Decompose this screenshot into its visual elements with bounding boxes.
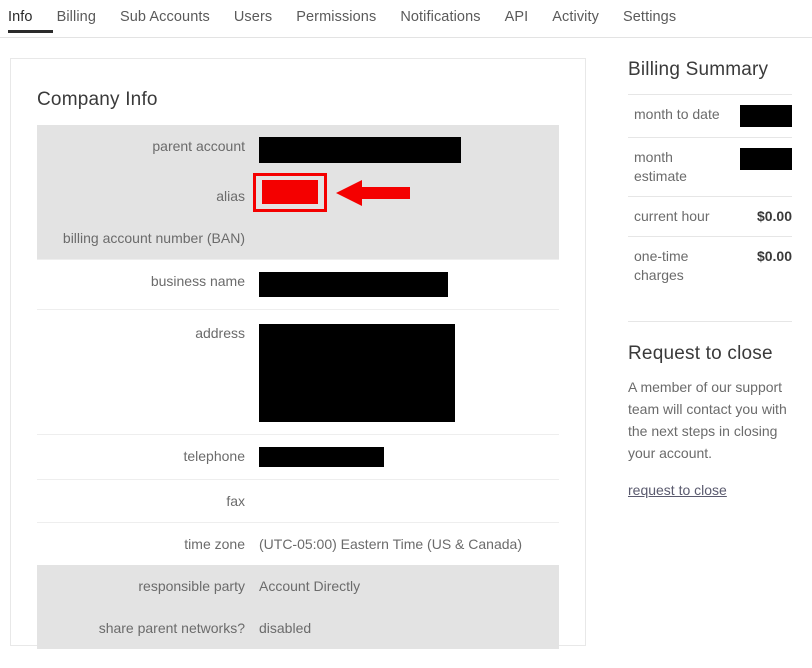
field-label: fax bbox=[226, 493, 245, 509]
redaction-bar bbox=[740, 148, 792, 170]
table-row: fax bbox=[37, 479, 559, 522]
table-row: responsible party Account Directly bbox=[37, 565, 559, 607]
field-label: responsible party bbox=[138, 578, 245, 594]
tab-settings[interactable]: Settings bbox=[623, 8, 676, 34]
summary-value bbox=[740, 148, 792, 170]
redaction-bar bbox=[259, 137, 461, 163]
page-title: Company Info bbox=[37, 89, 158, 110]
field-value bbox=[259, 260, 559, 309]
field-value: disabled bbox=[259, 620, 312, 636]
redaction-bar bbox=[259, 324, 455, 422]
field-label: telephone bbox=[183, 448, 245, 464]
request-to-close-section: Request to close A member of our support… bbox=[628, 321, 792, 500]
tab-activity[interactable]: Activity bbox=[552, 8, 599, 34]
tab-billing[interactable]: Billing bbox=[57, 8, 96, 34]
redaction-bar bbox=[740, 105, 792, 127]
field-label: alias bbox=[216, 188, 245, 204]
request-to-close-description: A member of our support team will contac… bbox=[628, 379, 787, 461]
field-label: parent account bbox=[152, 138, 245, 154]
billing-summary-list: month to date month estimate current hour $… bbox=[628, 94, 792, 295]
redaction-bar bbox=[259, 272, 448, 297]
field-label: billing account number (BAN) bbox=[62, 230, 245, 246]
table-row: parent account bbox=[37, 125, 559, 175]
field-value: Account Directly bbox=[259, 578, 361, 594]
list-item: month estimate bbox=[628, 137, 792, 196]
table-row: address bbox=[37, 309, 559, 434]
field-value bbox=[259, 310, 559, 434]
field-label: business name bbox=[150, 273, 245, 289]
redaction-bar bbox=[259, 447, 384, 467]
summary-label: one-time charges bbox=[634, 248, 689, 283]
field-label: time zone bbox=[184, 536, 245, 552]
alias-value-redaction bbox=[262, 180, 318, 204]
summary-label: month estimate bbox=[634, 149, 687, 184]
main-tab-bar: Info Billing Sub Accounts Users Permissions N… bbox=[0, 0, 812, 38]
list-item: one-time charges $0.00 bbox=[628, 236, 792, 295]
tab-users[interactable]: Users bbox=[234, 8, 272, 34]
tab-list: Info Billing Sub Accounts Users Permissions N… bbox=[8, 8, 700, 34]
list-item: current hour $0.00 bbox=[628, 196, 792, 236]
field-value bbox=[259, 435, 559, 479]
tab-notifications[interactable]: Notifications bbox=[400, 8, 480, 34]
request-to-close-link[interactable]: request to close bbox=[628, 482, 727, 498]
summary-value bbox=[740, 105, 792, 127]
annotation-arrow-icon bbox=[336, 180, 410, 206]
summary-value: $0.00 bbox=[756, 248, 792, 264]
field-value bbox=[259, 125, 559, 175]
field-value bbox=[259, 480, 559, 504]
billing-summary-title: Billing Summary bbox=[628, 59, 769, 80]
table-row: business name bbox=[37, 259, 559, 309]
summary-label: month to date bbox=[634, 106, 720, 122]
field-value: (UTC-05:00) Eastern Time (US & Canada) bbox=[259, 536, 522, 552]
summary-label: current hour bbox=[634, 208, 710, 224]
table-row: share parent networks? disabled bbox=[37, 607, 559, 649]
table-row: billing account number (BAN) bbox=[37, 217, 559, 259]
field-label: address bbox=[195, 325, 245, 341]
company-info-card: Company Info parent account alias billing … bbox=[10, 58, 586, 649]
tab-api[interactable]: API bbox=[505, 8, 529, 34]
sidebar: Billing Summary month to date month estim… bbox=[628, 58, 792, 500]
active-tab-indicator bbox=[8, 30, 53, 33]
field-value bbox=[259, 217, 559, 241]
tab-sub-accounts[interactable]: Sub Accounts bbox=[120, 8, 210, 34]
table-row: telephone bbox=[37, 434, 559, 479]
request-to-close-title: Request to close bbox=[628, 343, 773, 364]
summary-value: $0.00 bbox=[756, 208, 792, 224]
list-item: month to date bbox=[628, 94, 792, 137]
account-info-page: Info Billing Sub Accounts Users Permissions N… bbox=[0, 0, 812, 668]
table-row: time zone (UTC-05:00) Eastern Time (US & … bbox=[37, 522, 559, 565]
field-label: share parent networks? bbox=[98, 620, 245, 636]
tab-permissions[interactable]: Permissions bbox=[296, 8, 376, 34]
